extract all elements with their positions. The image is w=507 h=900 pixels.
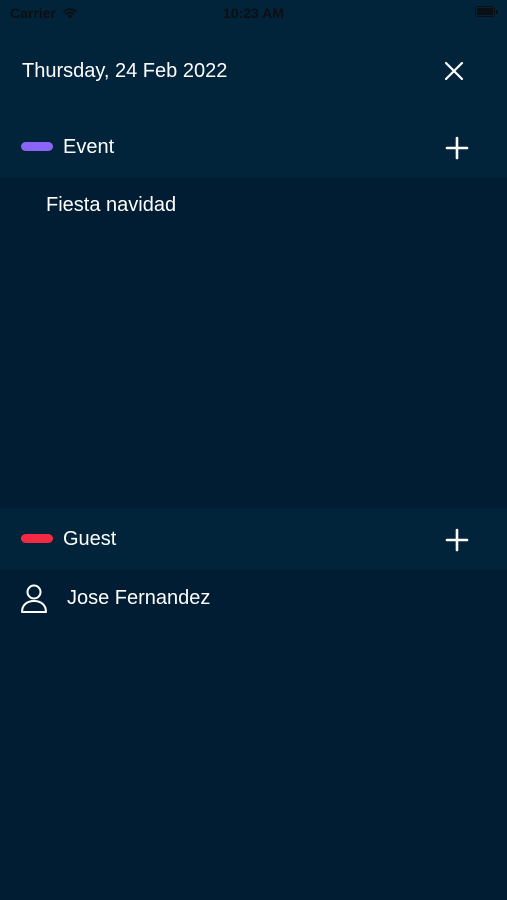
header-date: Thursday, 24 Feb 2022 (22, 60, 228, 82)
event-item[interactable]: Fiesta navidad (46, 194, 176, 217)
guest-list: Jose Fernandez (0, 570, 507, 900)
header: Thursday, 24 Feb 2022 (0, 26, 507, 116)
add-event-button[interactable] (445, 136, 469, 160)
guest-section-label: Guest (63, 528, 117, 550)
event-color-pill (21, 142, 53, 151)
event-section-label: Event (63, 136, 115, 158)
plus-icon (445, 528, 469, 552)
status-time: 10:23 AM (223, 5, 284, 21)
event-list: Fiesta navidad (0, 178, 507, 508)
guest-color-pill (21, 534, 53, 543)
battery-icon (475, 6, 498, 17)
status-bar: Carrier 10:23 AM (0, 0, 507, 26)
guest-name: Jose Fernandez (67, 587, 211, 609)
guest-section-header: Guest (0, 508, 507, 570)
person-icon (21, 584, 47, 613)
add-guest-button[interactable] (445, 528, 469, 552)
close-icon (444, 61, 464, 81)
close-button[interactable] (441, 58, 467, 84)
event-section-header: Event (0, 116, 507, 178)
guest-row[interactable]: Jose Fernandez (0, 580, 507, 620)
plus-icon (445, 136, 469, 160)
